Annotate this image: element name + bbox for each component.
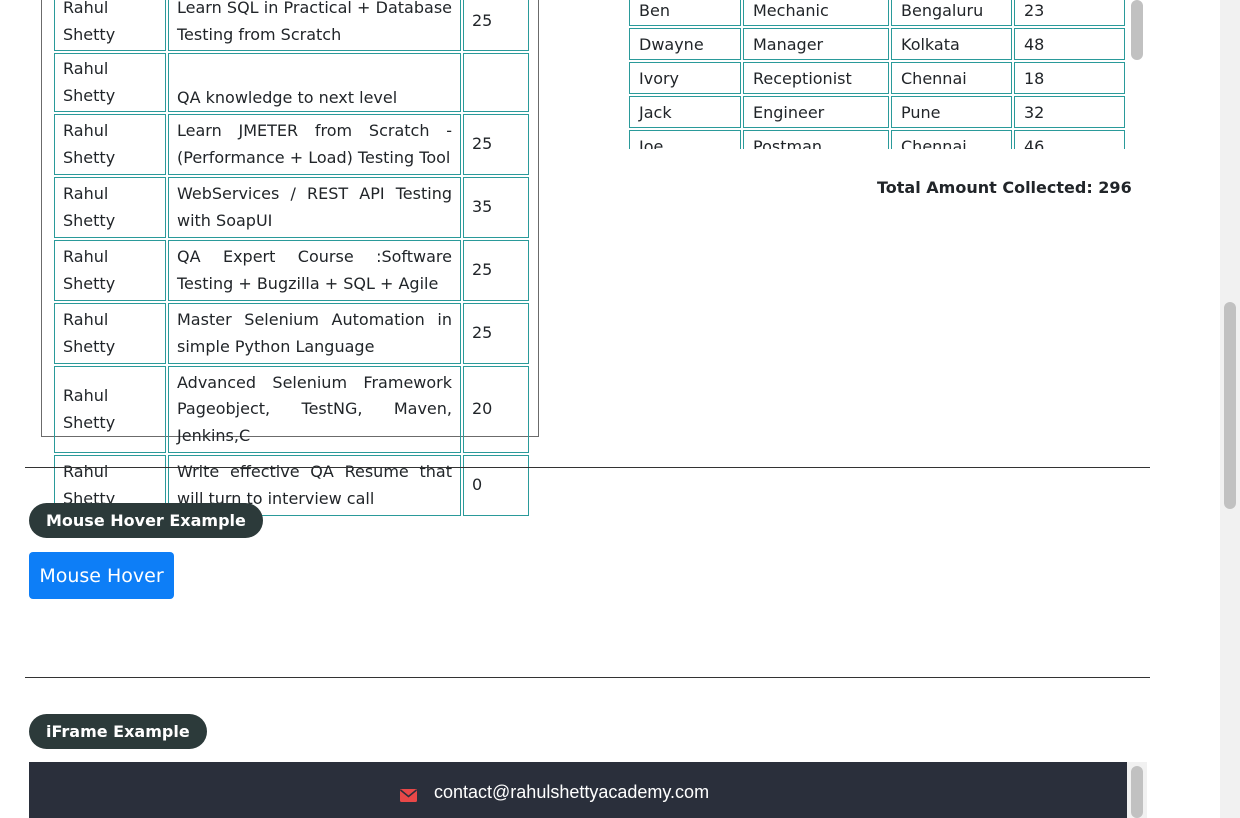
iframe-contact[interactable]: contact@rahulshettyacademy.com <box>399 782 709 803</box>
position-cell: Manager <box>743 28 889 60</box>
table-row: Rahul Shetty Learn JMETER from Scratch -… <box>54 114 529 175</box>
city-cell: Kolkata <box>891 28 1012 60</box>
amount-cell: 23 <box>1014 0 1125 26</box>
fixed-header-table: Ben Mechanic Bengaluru 23 Dwayne Manager… <box>627 0 1127 149</box>
amount-cell: 18 <box>1014 62 1125 94</box>
name-cell: Joe <box>629 130 741 149</box>
total-amount: Total Amount Collected: 296 <box>877 178 1132 197</box>
section-divider <box>25 677 1150 678</box>
city-cell: Pune <box>891 96 1012 128</box>
name-cell: Jack <box>629 96 741 128</box>
instructor-cell: Rahul Shetty <box>54 53 166 112</box>
instructor-cell: Rahul Shetty <box>54 303 166 364</box>
table-row: Rahul Shetty Advanced Selenium Framework… <box>54 366 529 453</box>
table-row: Rahul Shetty WebServices / REST API Test… <box>54 177 529 238</box>
city-cell: Bengaluru <box>891 0 1012 26</box>
price-cell: 20 <box>463 366 529 453</box>
price-cell: 25 <box>463 240 529 301</box>
table-row: Joe Postman Chennai 46 <box>629 130 1125 149</box>
table-row: Jack Engineer Pune 32 <box>629 96 1125 128</box>
price-cell: 0 <box>463 455 529 516</box>
price-cell <box>463 53 529 112</box>
instructor-cell: Rahul Shetty <box>54 114 166 175</box>
table-row: Dwayne Manager Kolkata 48 <box>629 28 1125 60</box>
name-cell: Ivory <box>629 62 741 94</box>
position-cell: Mechanic <box>743 0 889 26</box>
total-amount-value: 296 <box>1098 178 1132 197</box>
instructor-cell: Rahul Shetty <box>54 177 166 238</box>
envelope-icon <box>399 786 418 802</box>
table-scrollbar-thumb[interactable] <box>1131 0 1143 60</box>
page-scrollbar-thumb[interactable] <box>1224 302 1236 509</box>
city-cell: Chennai <box>891 62 1012 94</box>
name-cell: Ben <box>629 0 741 26</box>
price-cell: 35 <box>463 177 529 238</box>
table-row: Rahul Shetty QA Expert Course :Software … <box>54 240 529 301</box>
price-cell: 25 <box>463 0 529 51</box>
iframe-legend: iFrame Example <box>29 714 207 749</box>
web-table-fieldset: Rahul Shetty Learn SQL in Practical + Da… <box>41 0 539 516</box>
price-cell: 25 <box>463 303 529 364</box>
course-cell: Advanced Selenium Framework Pageobject, … <box>168 366 461 453</box>
mouse-hover-legend: Mouse Hover Example <box>29 503 263 538</box>
table-row: Rahul Shetty Master Selenium Automation … <box>54 303 529 364</box>
course-cell: Learn SQL in Practical + Database Testin… <box>168 0 461 51</box>
city-cell: Chennai <box>891 130 1012 149</box>
course-cell: WebServices / REST API Testing with Soap… <box>168 177 461 238</box>
table-row: Ben Mechanic Bengaluru 23 <box>629 0 1125 26</box>
web-table: Rahul Shetty Learn SQL in Practical + Da… <box>52 0 531 518</box>
fixed-header-table-scroll[interactable]: Ben Mechanic Bengaluru 23 Dwayne Manager… <box>627 0 1147 149</box>
course-cell: QA Expert Course :Software Testing + Bug… <box>168 240 461 301</box>
course-cell: Master Selenium Automation in simple Pyt… <box>168 303 461 364</box>
table-row: Rahul Shetty Learn SQL in Practical + Da… <box>54 0 529 51</box>
name-cell: Dwayne <box>629 28 741 60</box>
amount-cell: 32 <box>1014 96 1125 128</box>
course-cell: Learn JMETER from Scratch - (Performance… <box>168 114 461 175</box>
position-cell: Receptionist <box>743 62 889 94</box>
total-amount-label: Total Amount Collected: <box>877 178 1093 197</box>
table-row: Ivory Receptionist Chennai 18 <box>629 62 1125 94</box>
iframe-scrollbar-thumb[interactable] <box>1131 766 1143 818</box>
instructor-cell: Rahul Shetty <box>54 240 166 301</box>
amount-cell: 46 <box>1014 130 1125 149</box>
mouse-hover-button[interactable]: Mouse Hover <box>29 552 174 599</box>
price-cell: 25 <box>463 114 529 175</box>
instructor-cell: Rahul Shetty <box>54 0 166 51</box>
section-divider <box>25 467 1150 468</box>
course-cell: QA knowledge to next level <box>168 53 461 112</box>
instructor-cell: Rahul Shetty <box>54 366 166 453</box>
contact-email[interactable]: contact@rahulshettyacademy.com <box>434 782 709 803</box>
position-cell: Postman <box>743 130 889 149</box>
table-row: Rahul Shetty QA knowledge to next level <box>54 53 529 112</box>
position-cell: Engineer <box>743 96 889 128</box>
amount-cell: 48 <box>1014 28 1125 60</box>
courses-iframe[interactable]: contact@rahulshettyacademy.com <box>29 762 1127 818</box>
